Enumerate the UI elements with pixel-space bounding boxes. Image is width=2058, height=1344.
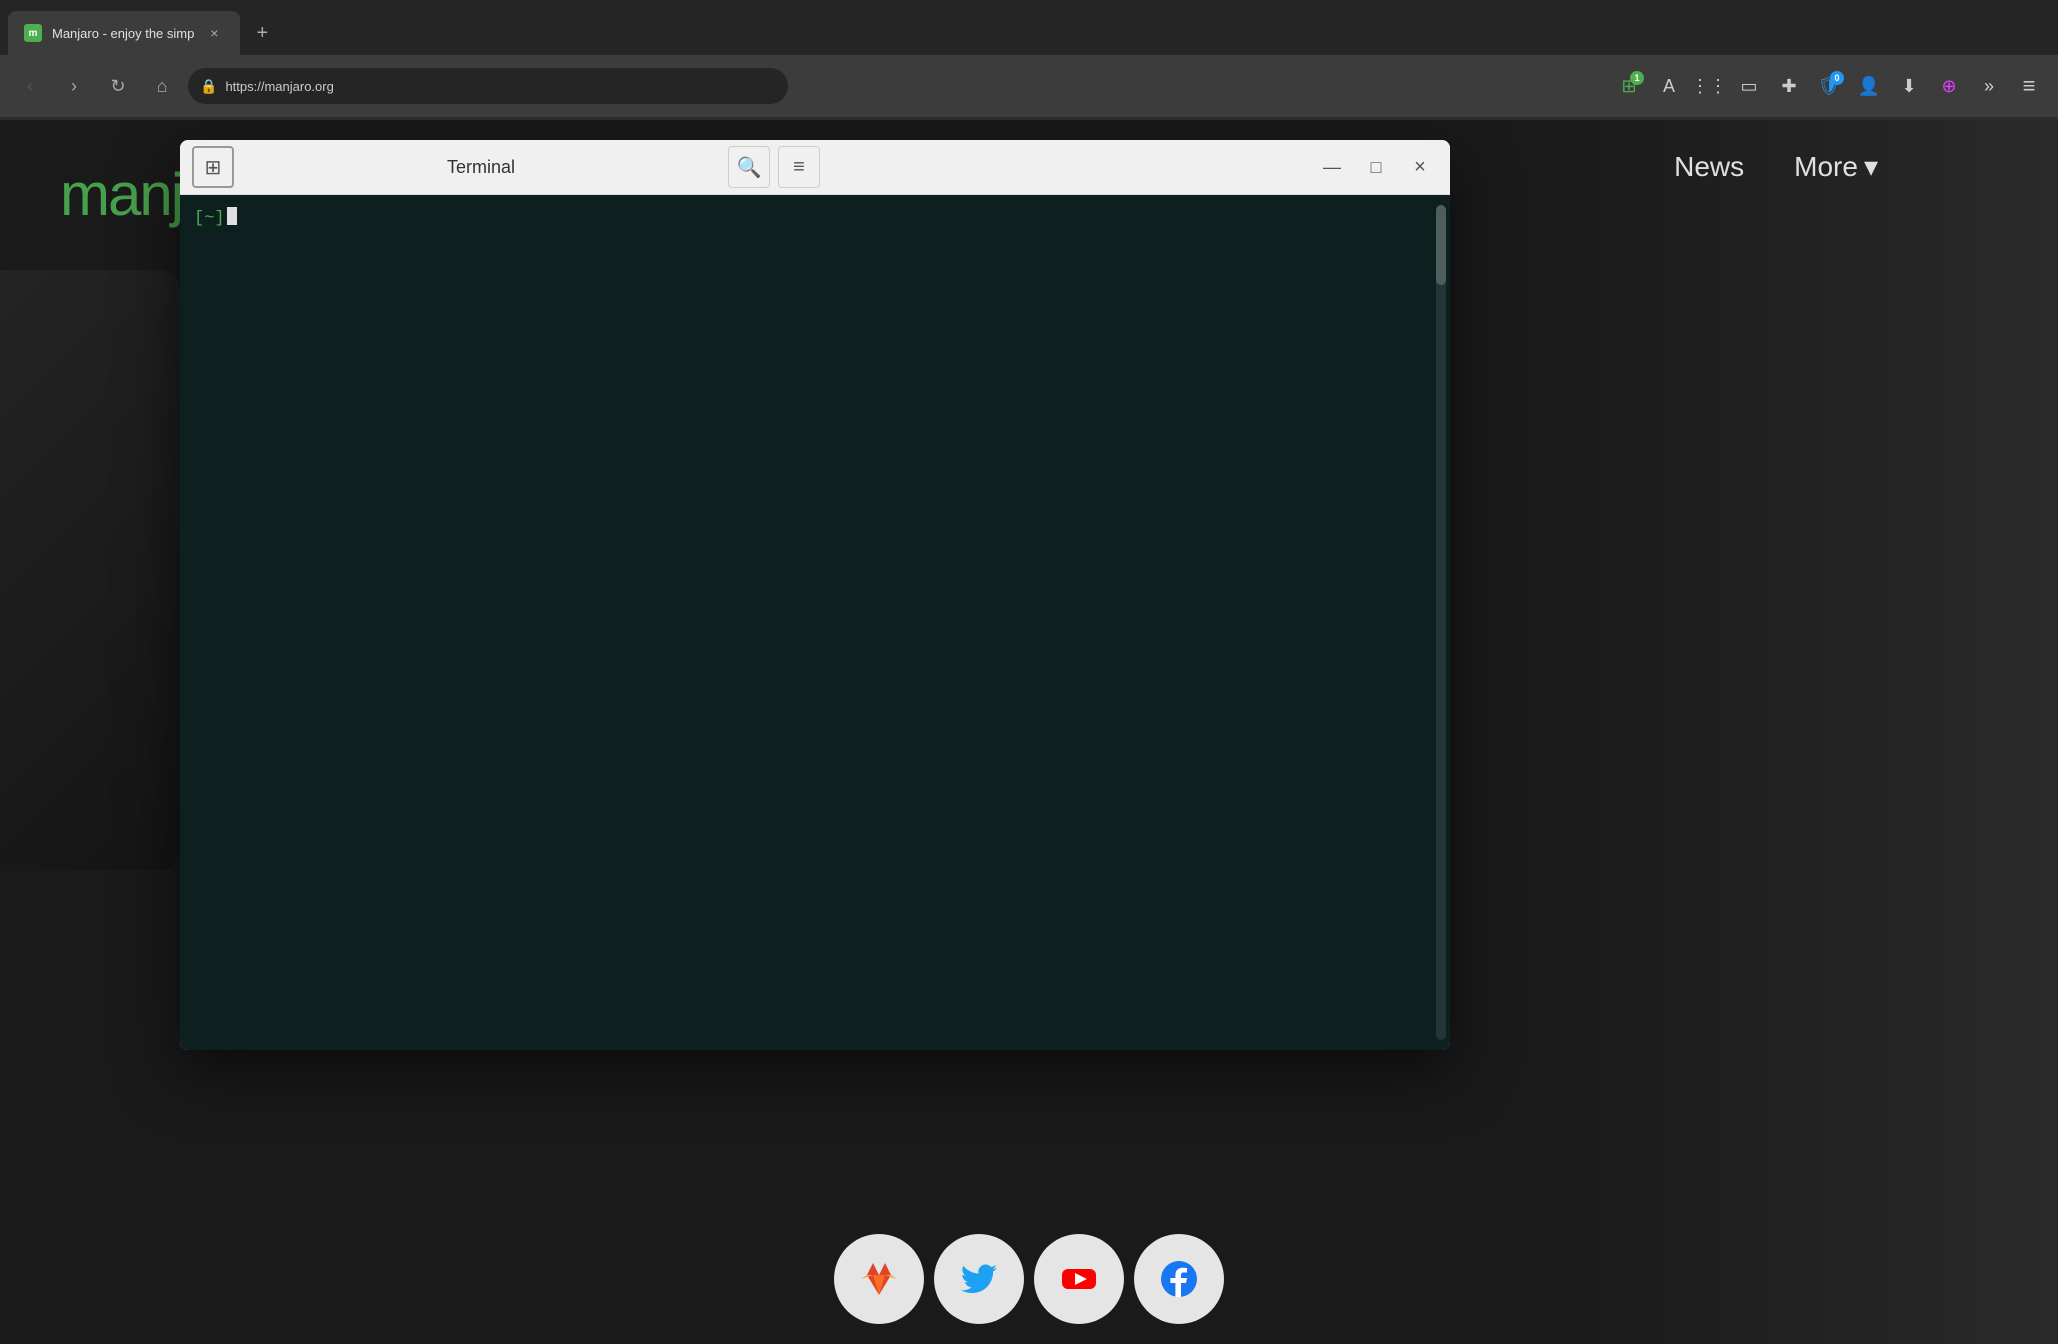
minimize-icon: —: [1323, 157, 1341, 178]
terminal-scrollbar-thumb: [1436, 205, 1446, 285]
terminal-body[interactable]: [ ~ ]: [180, 195, 1450, 1050]
terminal-search-button[interactable]: 🔍: [728, 146, 770, 188]
home-button[interactable]: ⌂: [144, 68, 180, 104]
bg-decor-left: [0, 270, 180, 870]
terminal-titlebar: ⊞ Terminal 🔍 ≡ — □ ×: [180, 140, 1450, 195]
back-button[interactable]: ‹: [12, 68, 48, 104]
address-bar[interactable]: 🔒 https://manjaro.org: [188, 68, 788, 104]
extension-screen[interactable]: ▭: [1732, 69, 1766, 103]
social-bar: [829, 1234, 1229, 1324]
lock-icon: 🔒: [200, 78, 217, 95]
extension-shield[interactable]: 🛡 0: [1812, 69, 1846, 103]
nav-more[interactable]: More ▾: [1794, 150, 1878, 183]
browser-menu-button[interactable]: ≡: [2012, 69, 2046, 103]
search-icon: 🔍: [737, 155, 762, 180]
tab-bar: m Manjaro - enjoy the simp × +: [0, 0, 2058, 55]
maximize-icon: □: [1371, 157, 1382, 178]
terminal-title: Terminal: [242, 157, 720, 178]
hamburger-icon: ≡: [793, 156, 805, 179]
extension-translate[interactable]: A: [1652, 69, 1686, 103]
close-icon: ×: [1414, 156, 1426, 179]
chevron-down-icon: ▾: [1864, 150, 1878, 183]
terminal-menu-button[interactable]: ≡: [778, 146, 820, 188]
terminal-minimize-button[interactable]: —: [1314, 149, 1350, 185]
active-tab[interactable]: m Manjaro - enjoy the simp ×: [8, 11, 240, 55]
extension-compass[interactable]: ⊕: [1932, 69, 1966, 103]
main-content: manjo News More ▾ ⊞ Terminal 🔍 ≡ —: [0, 120, 2058, 1344]
youtube-icon: [1059, 1259, 1099, 1299]
terminal-maximize-button[interactable]: □: [1358, 149, 1394, 185]
gitlab-social-button[interactable]: [834, 1234, 924, 1324]
new-tab-icon: ⊞: [205, 155, 222, 180]
youtube-social-button[interactable]: [1034, 1234, 1124, 1324]
facebook-social-button[interactable]: [1134, 1234, 1224, 1324]
facebook-icon: [1159, 1259, 1199, 1299]
ext-badge-blue: 0: [1830, 71, 1844, 85]
tab-title: Manjaro - enjoy the simp: [52, 26, 194, 41]
extension-avatar[interactable]: 👤: [1852, 69, 1886, 103]
extension-dots[interactable]: ⋮⋮: [1692, 69, 1726, 103]
prompt-bracket-open: [: [194, 207, 204, 231]
terminal-cursor: [227, 207, 237, 225]
terminal-close-button[interactable]: ×: [1402, 149, 1438, 185]
site-nav-right: News More ▾: [1674, 150, 1878, 183]
gitlab-icon: [859, 1259, 899, 1299]
forward-button[interactable]: ›: [56, 68, 92, 104]
ext1-badge: 1: [1630, 71, 1644, 85]
prompt-tilde: ~: [204, 207, 214, 231]
twitter-icon: [959, 1259, 999, 1299]
tab-close-button[interactable]: ×: [204, 23, 224, 43]
browser-chrome: m Manjaro - enjoy the simp × + ‹ › ↻ ⌂ 🔒…: [0, 0, 2058, 120]
terminal-prompt-line: [ ~ ]: [194, 207, 1436, 231]
terminal-scrollbar[interactable]: [1436, 205, 1446, 1040]
url-text: https://manjaro.org: [225, 79, 776, 94]
extension-plus[interactable]: ✚: [1772, 69, 1806, 103]
twitter-social-button[interactable]: [934, 1234, 1024, 1324]
toolbar-right: ⊞ 1 A ⋮⋮ ▭ ✚ 🛡 0 👤 ⬇: [1612, 69, 2046, 103]
nav-news[interactable]: News: [1674, 151, 1744, 183]
tab-favicon: m: [24, 24, 42, 42]
extension-arrow[interactable]: »: [1972, 69, 2006, 103]
nav-more-label: More: [1794, 151, 1858, 183]
reload-button[interactable]: ↻: [100, 68, 136, 104]
terminal-new-tab-button[interactable]: ⊞: [192, 146, 234, 188]
extension-download[interactable]: ⬇: [1892, 69, 1926, 103]
new-tab-button[interactable]: +: [244, 15, 280, 51]
prompt-bracket-close: ]: [214, 207, 224, 231]
extension-1[interactable]: ⊞ 1: [1612, 69, 1646, 103]
bg-decor-right: [1558, 120, 2058, 1344]
browser-toolbar: ‹ › ↻ ⌂ 🔒 https://manjaro.org ⊞ 1 A ⋮⋮ ▭: [0, 55, 2058, 117]
terminal-window: ⊞ Terminal 🔍 ≡ — □ × [ ~: [180, 140, 1450, 1050]
